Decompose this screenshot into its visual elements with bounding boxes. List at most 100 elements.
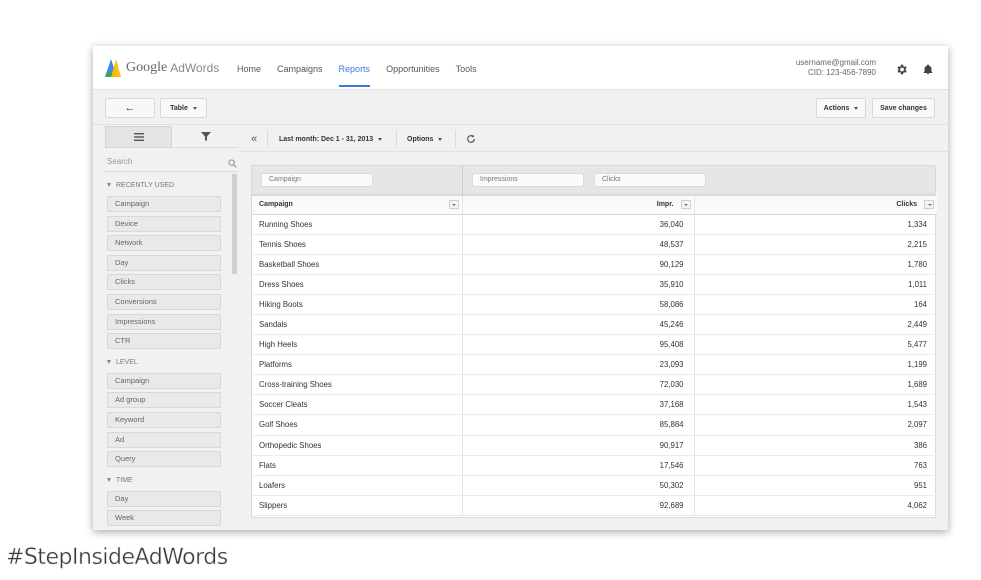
caret-down-icon	[107, 477, 111, 482]
menu-icon	[133, 133, 144, 141]
panel-field-day[interactable]: Day	[107, 490, 221, 507]
table-body: Running Shoes 36,040 1,334 Tennis Shoes 48,5…	[252, 214, 937, 516]
cell-impressions: 45,246	[462, 314, 695, 336]
panel-tabs	[105, 126, 239, 148]
chevron-down-icon	[854, 106, 859, 110]
nav-tools[interactable]: Tools	[448, 46, 485, 90]
panel-field-impressions[interactable]: Impressions	[107, 313, 221, 330]
cell-clicks: 4,062	[694, 495, 937, 516]
cell-clicks: 1,689	[694, 374, 937, 396]
table-row[interactable]: Basketball Shoes 90,129 1,780	[252, 254, 937, 275]
column-header-clicks[interactable]: Clicks	[694, 196, 937, 215]
panel-field-query[interactable]: Query	[107, 451, 221, 468]
column-header-label: Campaign	[259, 201, 293, 209]
panel-field-ad-group[interactable]: Ad group	[107, 392, 221, 409]
collapse-panel-button[interactable]: «	[251, 126, 257, 152]
panel-search-input[interactable]: Search	[105, 152, 239, 172]
panel-field-ctr[interactable]: CTR	[107, 333, 221, 350]
nav-home[interactable]: Home	[229, 46, 269, 90]
chevron-down-icon	[192, 106, 197, 110]
back-button[interactable]: ←	[105, 98, 155, 118]
panel-section-time[interactable]: TIME	[105, 471, 229, 491]
hashtag-caption: #StepInsideAdWords	[6, 545, 229, 570]
panel-field-conversions[interactable]: Conversions	[107, 293, 221, 310]
table-header-row: Campaign Impr. Clicks	[252, 196, 937, 215]
table-row[interactable]: Platforms 23,093 1,199	[252, 354, 937, 376]
table-row[interactable]: Golf Shoes 85,884 2,097	[252, 414, 937, 436]
cell-impressions: 90,917	[462, 435, 695, 456]
panel-field-week[interactable]: Week	[107, 510, 221, 527]
account-info[interactable]: username@gmail.com CID: 123-456-7890	[796, 58, 876, 78]
panel-section-title: LEVEL	[116, 358, 138, 366]
divider	[396, 130, 397, 148]
cell-campaign: Running Shoes	[252, 214, 463, 235]
panel-field-campaign[interactable]: Campaign	[107, 196, 221, 212]
logo-adwords-text: AdWords	[170, 61, 220, 75]
table-row[interactable]: Slippers 92,689 4,062	[252, 495, 937, 516]
table-row[interactable]: Cross-training Shoes 72,030 1,689	[252, 374, 937, 396]
nav-opportunities[interactable]: Opportunities	[378, 46, 448, 90]
cell-campaign: Hiking Boots	[252, 294, 463, 315]
cell-campaign: High Heels	[252, 334, 463, 356]
table-row[interactable]: Soccer Cleats 37,168 1,543	[252, 394, 937, 416]
refresh-button[interactable]	[466, 126, 476, 152]
cell-clicks: 2,449	[694, 314, 937, 336]
table-row[interactable]: High Heels 95,408 5,477	[252, 334, 937, 356]
cell-impressions: 50,302	[462, 475, 695, 496]
nav-campaigns[interactable]: Campaigns	[269, 46, 331, 90]
table-row[interactable]: Orthopedic Shoes 90,917 386	[252, 435, 937, 456]
table-row[interactable]: Running Shoes 36,040 1,334	[252, 214, 937, 235]
pivot-rows-chip[interactable]: Campaign	[261, 173, 373, 187]
column-header-impressions[interactable]: Impr.	[462, 196, 695, 215]
sort-dropdown-icon[interactable]	[448, 200, 459, 209]
options-select[interactable]: Options	[407, 126, 443, 152]
tab-filters[interactable]	[172, 126, 239, 148]
sort-dropdown-icon[interactable]	[924, 200, 934, 209]
panel-field-device[interactable]: Device	[107, 215, 221, 232]
save-changes-button[interactable]: Save changes	[872, 98, 935, 118]
table-row[interactable]: Loafers 50,302 951	[252, 475, 937, 496]
column-header-campaign[interactable]: Campaign	[252, 196, 463, 215]
cell-clicks: 2,097	[694, 414, 937, 436]
cell-clicks: 1,780	[694, 254, 937, 275]
panel-field-clicks[interactable]: Clicks	[107, 274, 221, 291]
sort-dropdown-icon[interactable]	[680, 200, 691, 209]
table-row[interactable]: Tennis Shoes 48,537 2,215	[252, 234, 937, 255]
table-row[interactable]: Hiking Boots 58,086 164	[252, 294, 937, 315]
view-select-button[interactable]: Table	[160, 98, 207, 118]
actions-button[interactable]: Actions	[816, 98, 866, 118]
adwords-logo[interactable]: Google AdWords	[105, 58, 219, 78]
cell-clicks: 1,543	[694, 394, 937, 416]
divider	[462, 166, 463, 196]
panel-field-day[interactable]: Day	[107, 254, 221, 271]
date-range-select[interactable]: Last month: Dec 1 - 31, 2013	[279, 126, 383, 152]
bell-icon[interactable]	[921, 62, 935, 76]
table-row[interactable]: Sandals 45,246 2,449	[252, 314, 937, 336]
date-range-label: Last month: Dec 1 - 31, 2013	[279, 135, 374, 143]
chevron-down-icon	[438, 137, 443, 141]
cell-clicks: 1,334	[694, 214, 937, 235]
cell-campaign: Loafers	[252, 475, 463, 496]
cell-campaign: Basketball Shoes	[252, 254, 463, 275]
gear-icon[interactable]	[894, 62, 908, 76]
nav-reports[interactable]: Reports	[331, 46, 379, 90]
pivot-values-chip-clicks[interactable]: Clicks	[594, 173, 706, 187]
panel-section-level[interactable]: LEVEL	[105, 353, 229, 373]
panel-field-keyword[interactable]: Keyword	[107, 411, 221, 428]
panel-section-recently-used[interactable]: RECENTLY USED	[105, 176, 229, 196]
table-row[interactable]: Dress Shoes 35,910 1,011	[252, 274, 937, 295]
panel-field-list: RECENTLY USED Campaign Device Network Day Cli…	[105, 176, 229, 530]
tab-columns[interactable]	[105, 126, 172, 148]
cell-impressions: 17,546	[462, 455, 695, 476]
cell-campaign: Platforms	[252, 354, 463, 376]
account-cid: CID: 123-456-7890	[807, 68, 876, 77]
panel-field-campaign[interactable]: Campaign	[107, 372, 221, 389]
table-row[interactable]: Flats 17,546 763	[252, 455, 937, 476]
main-nav: Home Campaigns Reports Opportunities Too…	[229, 46, 485, 90]
pivot-values-chip-impressions[interactable]: Impressions	[472, 173, 584, 187]
panel-scrollbar[interactable]	[232, 174, 237, 274]
panel-field-ad[interactable]: Ad	[107, 431, 221, 448]
panel-field-network[interactable]: Network	[107, 235, 221, 252]
caret-down-icon	[107, 183, 111, 188]
double-chevron-left-icon: «	[251, 133, 258, 145]
